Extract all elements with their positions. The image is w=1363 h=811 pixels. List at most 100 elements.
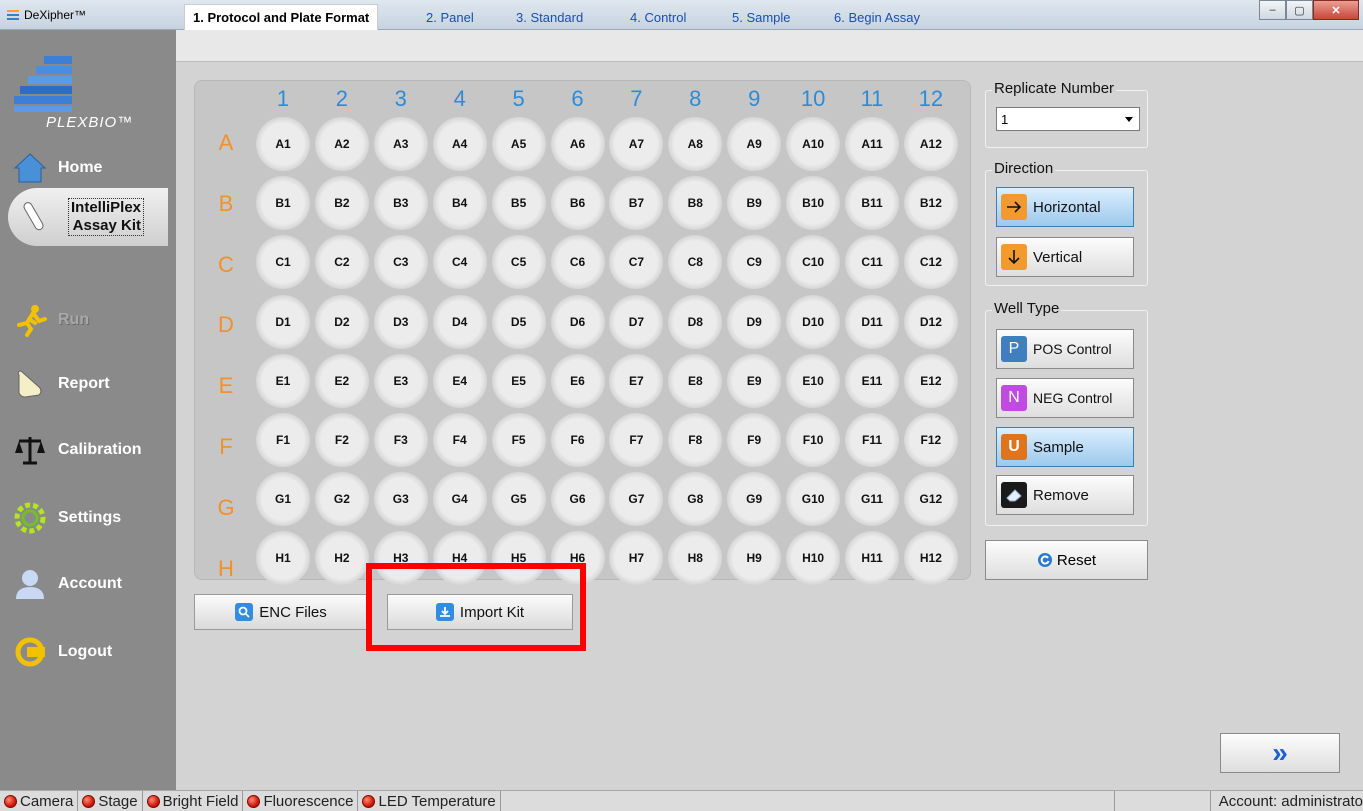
plate-well[interactable]: A6 [550,117,605,171]
plate-well[interactable]: A9 [727,117,782,171]
plate-well[interactable]: E4 [432,353,487,408]
remove-button[interactable]: Remove [996,475,1134,515]
row-header[interactable]: D [216,312,236,338]
column-header[interactable]: 12 [906,86,956,112]
horizontal-button[interactable]: Horizontal [996,187,1134,227]
sidebar-item-account[interactable]: Account [0,556,176,612]
plate-well[interactable]: E9 [727,353,782,408]
tab-panel[interactable]: 2. Panel [418,4,482,30]
plate-well[interactable]: H11 [845,531,899,586]
row-header[interactable]: F [216,434,236,460]
plate-well[interactable]: G3 [373,472,428,527]
plate-well[interactable]: C2 [314,235,369,290]
plate-well[interactable]: E12 [903,353,958,408]
plate-well[interactable]: C4 [432,235,487,290]
plate-well[interactable]: F1 [256,413,310,467]
vertical-button[interactable]: Vertical [996,237,1134,277]
plate-well[interactable]: F10 [786,413,841,467]
plate-well[interactable]: H6 [550,531,605,586]
plate-well[interactable]: F8 [668,413,723,467]
maximize-button[interactable]: ▢ [1286,0,1313,20]
plate-well[interactable]: B12 [903,176,958,231]
plate-well[interactable]: H1 [256,531,310,586]
column-header[interactable]: 2 [317,86,367,112]
plate-well[interactable]: A10 [786,117,841,171]
close-button[interactable]: ✕ [1313,0,1359,20]
column-header[interactable]: 8 [670,86,720,112]
column-header[interactable]: 7 [611,86,661,112]
plate-well[interactable]: B5 [491,176,546,231]
plate-well[interactable]: F7 [609,413,664,467]
plate-well[interactable]: B1 [256,176,310,231]
plate-well[interactable]: G11 [845,472,899,527]
replicate-select[interactable]: 1 [996,107,1140,131]
column-header[interactable]: 11 [847,86,897,112]
plate-well[interactable]: E6 [550,353,605,408]
sidebar-item-logout[interactable]: Logout [0,624,176,680]
row-header[interactable]: G [216,495,236,521]
row-header[interactable]: B [216,191,236,217]
plate-well[interactable]: E1 [256,353,310,408]
plate-well[interactable]: H2 [314,531,369,586]
plate-well[interactable]: G6 [550,472,605,527]
plate-well[interactable]: A7 [609,117,664,171]
minimize-button[interactable]: – [1259,0,1286,20]
column-header[interactable]: 3 [376,86,426,112]
plate-well[interactable]: H3 [373,531,428,586]
plate-well[interactable]: A4 [432,117,487,171]
sidebar-item-assay-kit[interactable]: IntelliPlex Assay Kit [8,188,168,246]
plate-well[interactable]: F5 [491,413,546,467]
plate-well[interactable]: D1 [256,294,310,349]
plate-well[interactable]: G2 [314,472,369,527]
plate-well[interactable]: B9 [727,176,782,231]
plate-well[interactable]: F3 [373,413,428,467]
plate-well[interactable]: G10 [786,472,841,527]
plate-well[interactable]: B2 [314,176,369,231]
plate-well[interactable]: G5 [491,472,546,527]
column-header[interactable]: 5 [494,86,544,112]
plate-well[interactable]: D7 [609,294,664,349]
plate-well[interactable]: D2 [314,294,369,349]
plate-well[interactable]: D3 [373,294,428,349]
plate-well[interactable]: A3 [373,117,428,171]
sample-button[interactable]: U Sample [996,427,1134,467]
plate-well[interactable]: D4 [432,294,487,349]
plate-well[interactable]: B11 [845,176,899,231]
reset-button[interactable]: Reset [985,540,1148,580]
plate-well[interactable]: D8 [668,294,723,349]
plate-well[interactable]: D10 [786,294,841,349]
plate-well[interactable]: A2 [314,117,369,171]
plate-well[interactable]: H5 [491,531,546,586]
tab-sample[interactable]: 5. Sample [724,4,799,30]
plate-well[interactable]: B3 [373,176,428,231]
plate-well[interactable]: E2 [314,353,369,408]
tab-control[interactable]: 4. Control [622,4,694,30]
next-button[interactable]: » [1220,733,1340,773]
plate-well[interactable]: F11 [845,413,899,467]
column-header[interactable]: 10 [788,86,838,112]
plate-well[interactable]: F2 [314,413,369,467]
import-kit-button[interactable]: Import Kit [387,594,573,630]
plate-well[interactable]: G9 [727,472,782,527]
sidebar-item-run[interactable]: Run [0,292,176,348]
column-header[interactable]: 6 [553,86,603,112]
row-header[interactable]: A [216,130,236,156]
row-header[interactable]: E [216,373,236,399]
tab-standard[interactable]: 3. Standard [508,4,591,30]
plate-well[interactable]: D5 [491,294,546,349]
column-header[interactable]: 4 [435,86,485,112]
plate-well[interactable]: F4 [432,413,487,467]
sidebar-item-calibration[interactable]: Calibration [0,422,176,478]
plate-well[interactable]: D9 [727,294,782,349]
plate-well[interactable]: E5 [491,353,546,408]
sidebar-item-settings[interactable]: Settings [0,490,176,546]
plate-well[interactable]: A8 [668,117,723,171]
plate-well[interactable]: B6 [550,176,605,231]
plate-well[interactable]: E8 [668,353,723,408]
plate-well[interactable]: D6 [550,294,605,349]
plate-well[interactable]: B10 [786,176,841,231]
plate-well[interactable]: E3 [373,353,428,408]
plate-well[interactable]: C3 [373,235,428,290]
enc-files-button[interactable]: ENC Files [194,594,368,630]
plate-well[interactable]: G4 [432,472,487,527]
